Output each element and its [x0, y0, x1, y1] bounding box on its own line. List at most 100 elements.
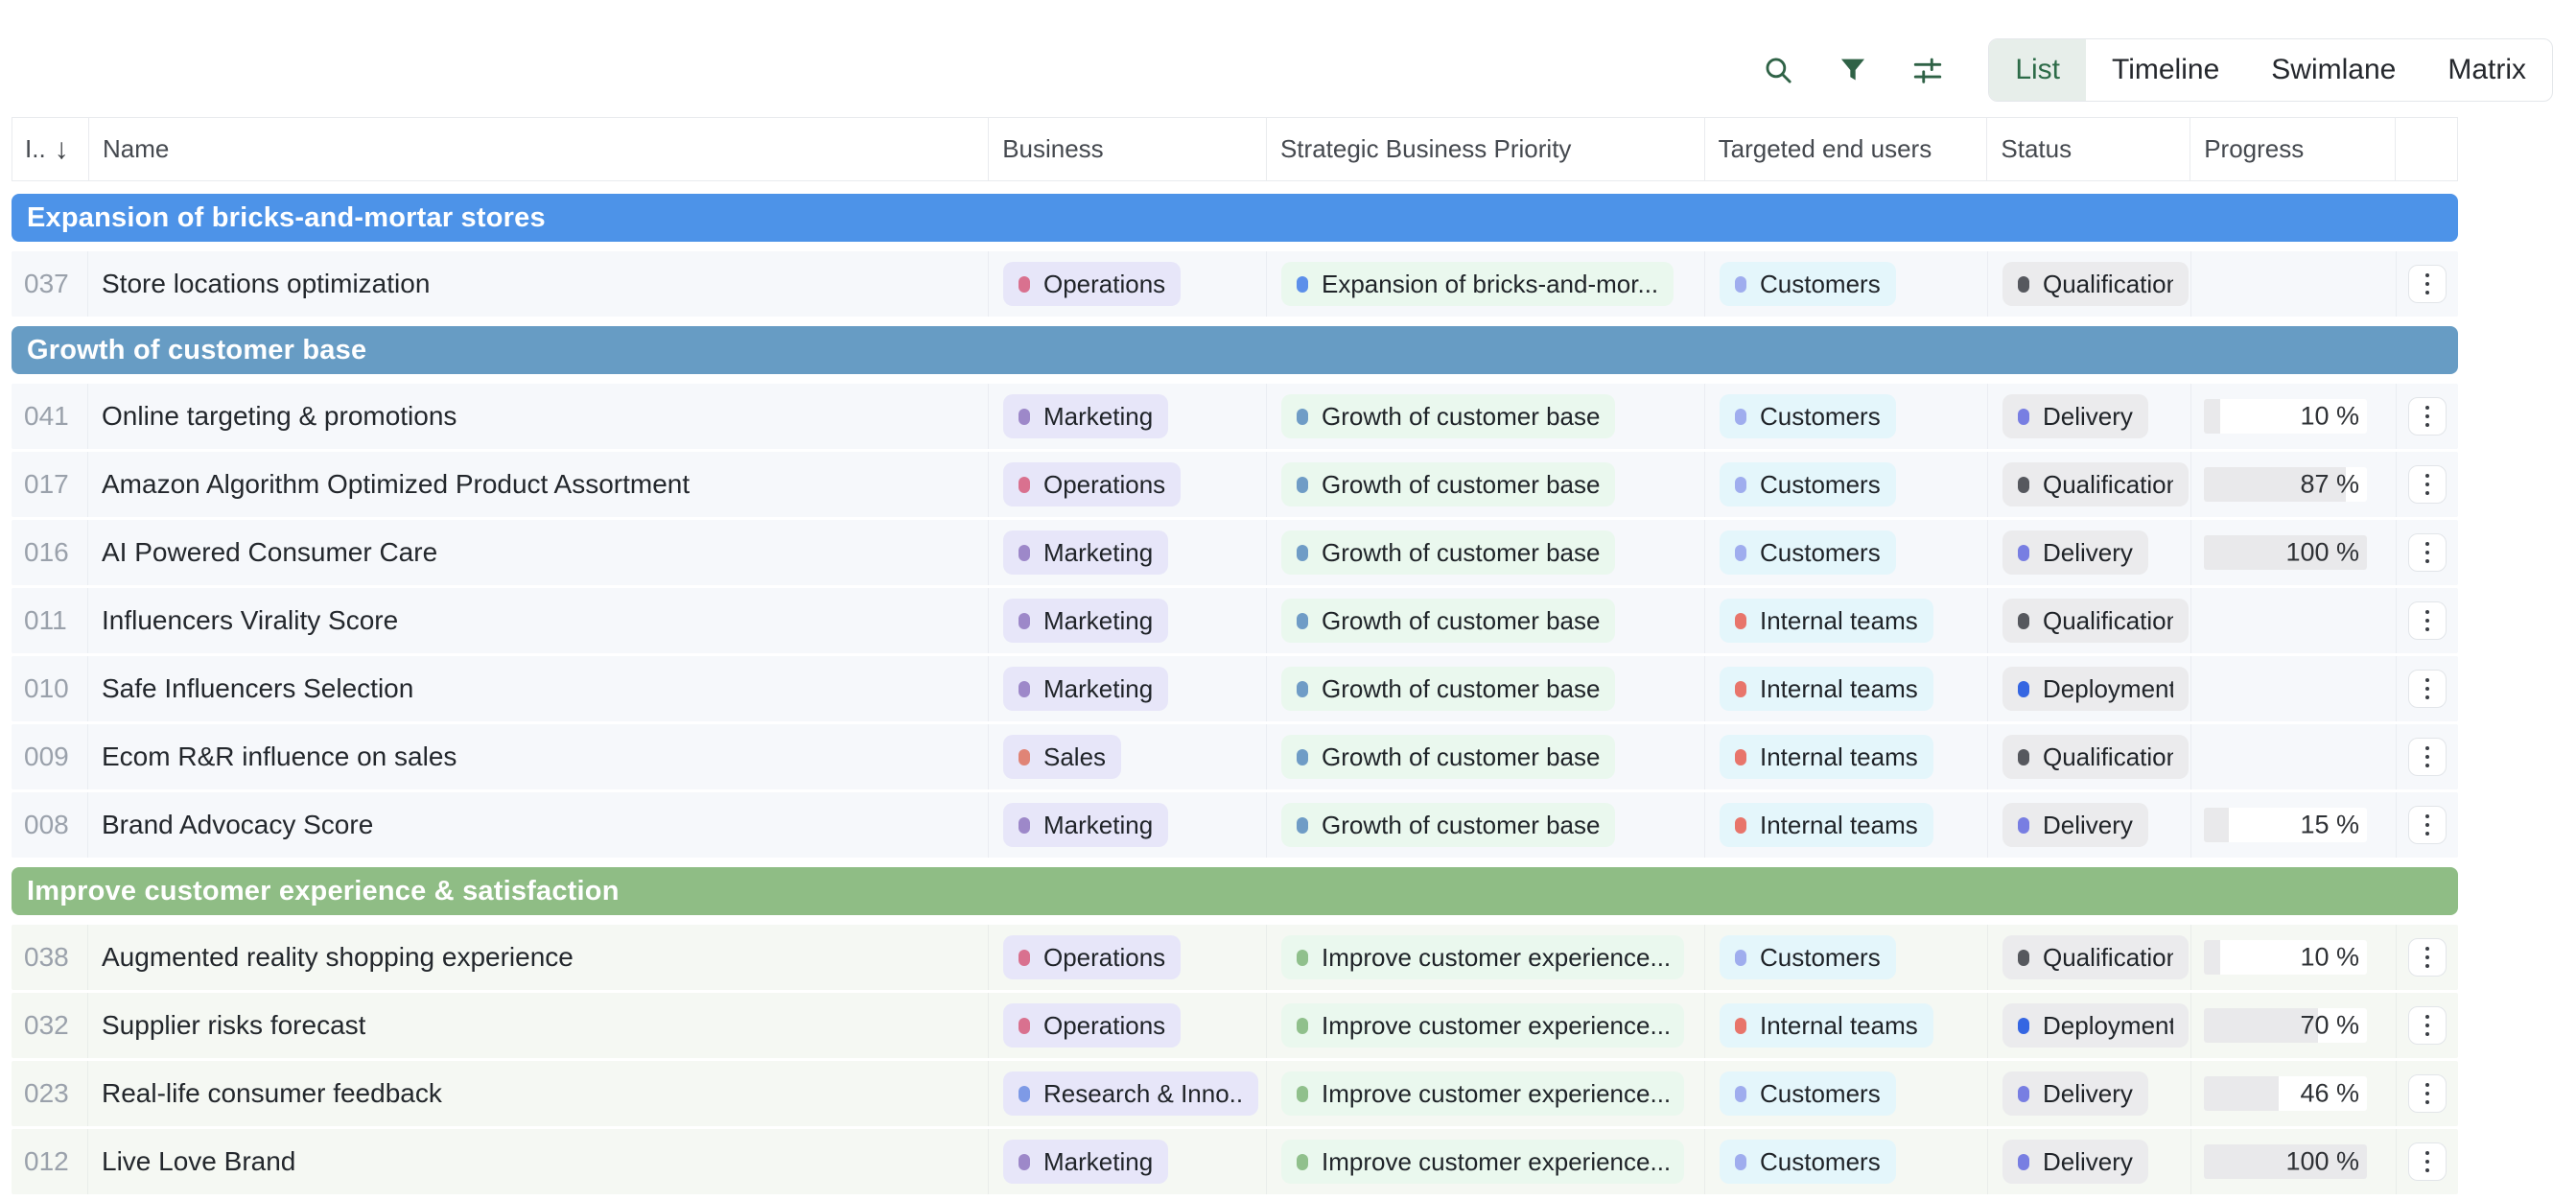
tab-timeline[interactable]: Timeline	[2086, 39, 2245, 101]
filter-icon[interactable]	[1837, 54, 1869, 86]
progress-bar: 100 %	[2204, 1144, 2367, 1179]
group-header[interactable]: Expansion of bricks-and-mortar stores	[12, 194, 2458, 242]
cell-priority: Growth of customer base	[1266, 724, 1704, 789]
priority-badge-label: Growth of customer base	[1322, 402, 1600, 432]
row-id: 032	[12, 1010, 69, 1041]
priority-badge-label: Improve customer experience...	[1322, 1147, 1669, 1177]
row-menu-button[interactable]	[2408, 601, 2447, 640]
cell-actions	[2396, 656, 2458, 721]
column-header-progress[interactable]: Progress	[2190, 118, 2395, 180]
targeted-users-badge-dot	[1735, 613, 1746, 629]
targeted-users-badge-label: Internal teams	[1760, 606, 1918, 636]
row-menu-button[interactable]	[2408, 938, 2447, 977]
row-menu-button[interactable]	[2408, 1142, 2447, 1181]
progress-value: 87 %	[2300, 470, 2359, 500]
status-badge-dot	[2018, 681, 2029, 697]
table-row[interactable]: 032Supplier risks forecastOperationsImpr…	[12, 993, 2458, 1058]
cell-id: 017	[12, 452, 87, 517]
row-menu-button[interactable]	[2408, 738, 2447, 776]
targeted-users-badge-dot	[1735, 409, 1746, 425]
status-badge-dot	[2018, 613, 2029, 629]
targeted-users-badge: Internal teams	[1720, 803, 1933, 847]
column-header-actions[interactable]	[2395, 118, 2457, 180]
column-header-targeted[interactable]: Targeted end users	[1704, 118, 1987, 180]
column-header-status[interactable]: Status	[1986, 118, 2190, 180]
row-menu-button[interactable]	[2408, 1074, 2447, 1113]
cell-targeted-end-users: Customers	[1704, 1129, 1987, 1194]
column-header-business[interactable]: Business	[988, 118, 1266, 180]
status-badge-label: Qualification	[2043, 470, 2173, 500]
table-body: Expansion of bricks-and-mortar stores 037…	[12, 194, 2458, 1194]
progress-value: 10 %	[2300, 943, 2359, 973]
status-badge-label: Deployment	[2043, 674, 2173, 704]
table-row[interactable]: 012Live Love BrandMarketingImprove custo…	[12, 1129, 2458, 1194]
business-badge: Sales	[1003, 735, 1121, 779]
cell-actions	[2396, 724, 2458, 789]
business-badge: Marketing	[1003, 394, 1168, 438]
search-icon[interactable]	[1762, 54, 1794, 86]
cell-actions	[2396, 452, 2458, 517]
row-name: Augmented reality shopping experience	[88, 942, 574, 973]
table-row[interactable]: 037Store locations optimizationOperation…	[12, 251, 2458, 317]
table-row[interactable]: 016AI Powered Consumer CareMarketingGrow…	[12, 520, 2458, 585]
group-header[interactable]: Improve customer experience & satisfacti…	[12, 867, 2458, 915]
kebab-dot	[2425, 1015, 2429, 1019]
cell-business: Sales	[988, 724, 1266, 789]
table-row[interactable]: 011Influencers Virality ScoreMarketingGr…	[12, 588, 2458, 653]
row-id: 023	[12, 1078, 69, 1109]
targeted-users-badge-label: Customers	[1760, 538, 1881, 568]
cell-targeted-end-users: Internal teams	[1704, 993, 1987, 1058]
table-row[interactable]: 023Real-life consumer feedbackResearch &…	[12, 1061, 2458, 1126]
table-row[interactable]: 017Amazon Algorithm Optimized Product As…	[12, 452, 2458, 517]
priority-badge: Expansion of bricks-and-mor...	[1281, 262, 1674, 306]
column-header-name[interactable]: Name	[88, 118, 988, 180]
tab-list[interactable]: List	[1989, 39, 2086, 101]
table-row[interactable]: 038 Augmented reality shopping experience…	[12, 925, 2458, 990]
targeted-users-badge: Internal teams	[1720, 1003, 1933, 1048]
targeted-users-badge: Customers	[1720, 935, 1896, 979]
row-menu-button[interactable]	[2408, 806, 2447, 844]
row-id: 012	[12, 1146, 69, 1177]
cell-business: Marketing	[988, 792, 1266, 858]
table-row[interactable]: 009Ecom R&R influence on salesSalesGrowt…	[12, 724, 2458, 789]
cell-name: AI Powered Consumer Care	[87, 520, 988, 585]
row-menu-button[interactable]	[2408, 397, 2447, 436]
table-row[interactable]: 041Online targeting & promotionsMarketin…	[12, 384, 2458, 449]
cell-actions	[2396, 1061, 2458, 1126]
status-badge-label: Deployment	[2043, 1011, 2173, 1041]
row-id: 038	[12, 942, 69, 973]
cell-priority: Improve customer experience...	[1266, 993, 1704, 1058]
kebab-dot	[2425, 406, 2429, 410]
cell-progress	[2190, 724, 2396, 789]
row-menu-button[interactable]	[2408, 465, 2447, 504]
targeted-users-badge-label: Customers	[1760, 943, 1881, 973]
row-name: Safe Influencers Selection	[88, 673, 413, 704]
sort-desc-icon[interactable]: ↓	[55, 133, 69, 166]
business-badge-label: Marketing	[1043, 1147, 1153, 1177]
status-badge: Deployment	[2002, 667, 2189, 711]
column-header-id[interactable]: I..↓	[12, 118, 88, 180]
group-header[interactable]: Growth of customer base	[12, 326, 2458, 374]
column-header-priority[interactable]: Strategic Business Priority	[1266, 118, 1704, 180]
tab-matrix[interactable]: Matrix	[2422, 39, 2552, 101]
targeted-users-badge-dot	[1735, 545, 1746, 561]
cell-status: Deployment	[1987, 656, 2190, 721]
cell-name: Ecom R&R influence on sales	[87, 724, 988, 789]
priority-badge: Growth of customer base	[1281, 803, 1615, 847]
kebab-dot	[2425, 964, 2429, 968]
tab-swimlane[interactable]: Swimlane	[2245, 39, 2422, 101]
kebab-dot	[2425, 491, 2429, 495]
row-menu-button[interactable]	[2408, 265, 2447, 303]
row-menu-button[interactable]	[2408, 1006, 2447, 1045]
table-row[interactable]: 008Brand Advocacy ScoreMarketingGrowth o…	[12, 792, 2458, 858]
row-menu-button[interactable]	[2408, 533, 2447, 572]
kebab-dot	[2425, 483, 2429, 486]
row-menu-button[interactable]	[2408, 670, 2447, 708]
business-badge-label: Operations	[1043, 943, 1165, 973]
kebab-dot	[2425, 1151, 2429, 1155]
group-section: Expansion of bricks-and-mortar stores 037…	[12, 194, 2458, 317]
cell-id: 023	[12, 1061, 87, 1126]
cell-progress: 87 %	[2190, 452, 2396, 517]
adjustments-icon[interactable]	[1911, 54, 1944, 86]
table-row[interactable]: 010Safe Influencers SelectionMarketingGr…	[12, 656, 2458, 721]
